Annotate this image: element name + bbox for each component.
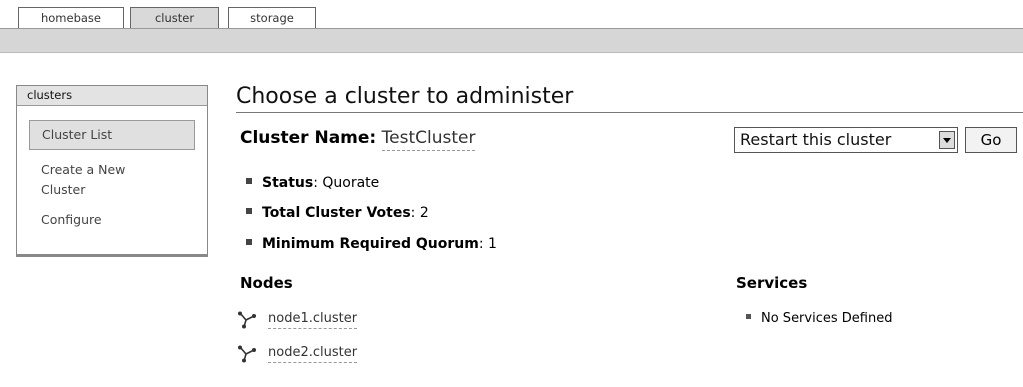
clusters-sidebar: clusters Cluster List Create a New Clust… xyxy=(16,85,208,257)
services-heading: Services xyxy=(736,274,808,292)
node-icon xyxy=(238,311,256,329)
service-item: No Services Defined xyxy=(746,311,892,326)
tab-homebase[interactable]: homebase xyxy=(18,7,124,29)
sidebar-header: clusters xyxy=(17,86,207,106)
node-name[interactable]: node1.cluster xyxy=(268,311,358,329)
node-item[interactable]: node2.cluster xyxy=(236,345,358,363)
node-icon xyxy=(238,345,256,363)
page-title: Choose a cluster to administer xyxy=(236,84,574,109)
tab-storage[interactable]: storage xyxy=(228,7,316,29)
sidebar-item-cluster-list[interactable]: Cluster List xyxy=(29,120,195,150)
top-tab-bar: homebase cluster storage xyxy=(0,0,1023,54)
go-button[interactable]: Go xyxy=(965,127,1017,153)
cluster-name-label: Cluster Name: xyxy=(240,128,377,148)
stat-status: Status: Quorate xyxy=(246,175,379,191)
cluster-name-value[interactable]: TestCluster xyxy=(381,128,476,151)
bullet-icon xyxy=(246,239,252,245)
node-item[interactable]: node1.cluster xyxy=(236,311,358,329)
stat-label: Total Cluster Votes xyxy=(262,205,411,221)
dropdown-arrow-icon[interactable] xyxy=(939,131,955,149)
stat-label: Minimum Required Quorum xyxy=(262,236,479,252)
sidebar-item-create-new-cluster[interactable]: Create a New Cluster xyxy=(29,160,169,200)
cluster-action-select[interactable]: Restart this cluster xyxy=(734,127,958,153)
tab-cluster[interactable]: cluster xyxy=(130,7,219,30)
nodes-heading: Nodes xyxy=(240,274,293,292)
service-label: No Services Defined xyxy=(761,311,893,326)
bullet-icon xyxy=(246,208,252,214)
node-name[interactable]: node2.cluster xyxy=(268,345,358,363)
sidebar-item-configure[interactable]: Configure xyxy=(29,210,195,230)
bullet-icon xyxy=(246,178,252,184)
tab-strip xyxy=(0,28,1023,53)
stat-value: : 1 xyxy=(478,236,497,252)
stat-value: : 2 xyxy=(410,205,429,221)
title-divider xyxy=(236,112,1023,113)
stat-value: : Quorate xyxy=(313,175,380,191)
stat-total-votes: Total Cluster Votes: 2 xyxy=(246,205,429,221)
stat-label: Status xyxy=(262,175,314,191)
cluster-name: Cluster Name: TestCluster xyxy=(240,128,476,151)
bullet-icon xyxy=(746,314,751,319)
cluster-action-selected: Restart this cluster xyxy=(740,130,892,149)
stat-min-quorum: Minimum Required Quorum: 1 xyxy=(246,236,497,252)
